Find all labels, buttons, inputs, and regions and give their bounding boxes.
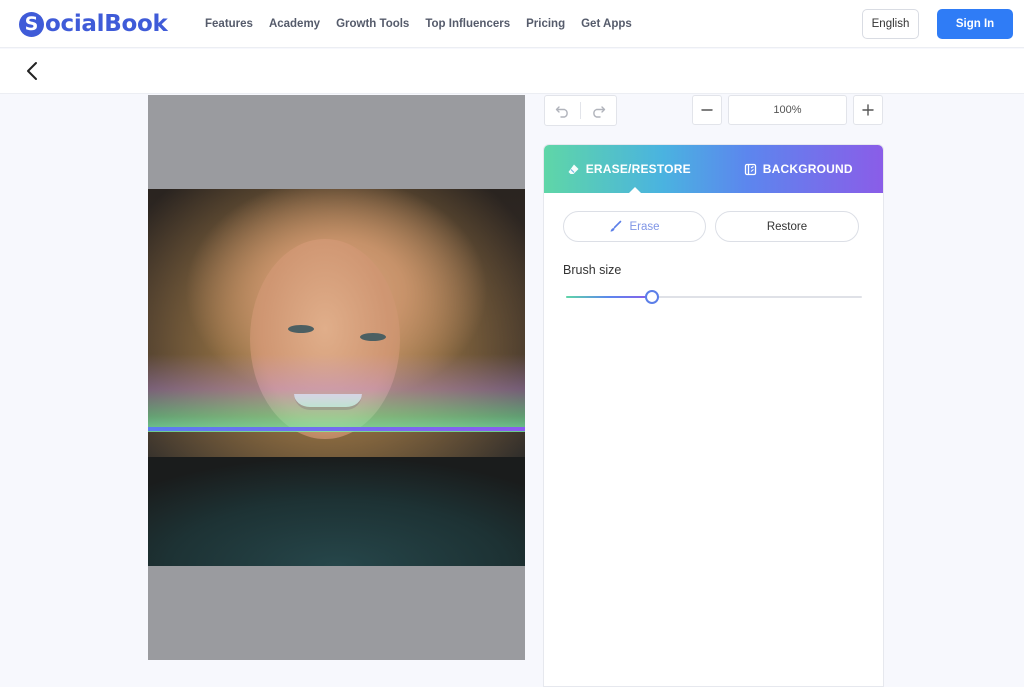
top-header: S ocialBook Features Academy Growth Tool… — [0, 0, 1024, 48]
plus-icon — [862, 104, 874, 116]
nav-pricing[interactable]: Pricing — [526, 18, 565, 30]
brush-size-label: Brush size — [563, 263, 622, 277]
erase-label: Erase — [629, 220, 660, 233]
sub-toolbar — [0, 49, 1024, 94]
chevron-left-icon — [27, 62, 37, 80]
nav-get-apps[interactable]: Get Apps — [581, 18, 632, 30]
redo-icon — [593, 105, 606, 118]
brush-size-slider-fill — [566, 296, 652, 298]
nav-academy[interactable]: Academy — [269, 18, 320, 30]
undo-button[interactable] — [545, 96, 580, 125]
nav-top-influencers[interactable]: Top Influencers — [425, 18, 510, 30]
brush-size-slider-thumb[interactable] — [644, 290, 659, 304]
tab-erase-restore[interactable]: ERASE/RESTORE — [544, 145, 714, 194]
nav-features[interactable]: Features — [205, 18, 253, 30]
zoom-in-button[interactable] — [853, 95, 883, 125]
photo-eye-right — [360, 333, 386, 341]
socialbook-logo[interactable]: S ocialBook — [19, 10, 168, 38]
portrait-photo[interactable] — [148, 189, 525, 566]
photo-eye-left — [288, 325, 314, 333]
panel-tabs: ERASE/RESTORE BACKGROUND — [544, 145, 884, 194]
active-tab-indicator — [628, 187, 642, 194]
restore-label: Restore — [766, 220, 808, 233]
background-icon — [744, 163, 757, 176]
minus-icon — [701, 109, 713, 111]
photo-sweater — [148, 457, 525, 566]
eraser-icon — [567, 163, 580, 176]
logo-mark: S — [19, 11, 44, 37]
undo-icon — [555, 105, 568, 118]
language-select[interactable]: English — [862, 9, 919, 39]
restore-button[interactable]: Restore — [715, 211, 859, 242]
edit-panel: ERASE/RESTORE BACKGROUND Erase Restore B… — [543, 144, 884, 687]
processing-scan-overlay — [148, 354, 525, 432]
logo-text: ocialBook — [45, 11, 168, 37]
back-button[interactable] — [22, 59, 42, 83]
tab-background-label: BACKGROUND — [762, 162, 853, 176]
brush-icon — [610, 220, 622, 232]
redo-button[interactable] — [581, 96, 616, 125]
main-nav: Features Academy Growth Tools Top Influe… — [205, 0, 648, 48]
erase-button[interactable]: Erase — [563, 211, 706, 242]
processing-scan-line — [148, 427, 525, 431]
history-controls — [544, 95, 617, 126]
zoom-out-button[interactable] — [692, 95, 722, 125]
tab-erase-restore-label: ERASE/RESTORE — [585, 162, 691, 176]
sign-in-button[interactable]: Sign In — [937, 9, 1013, 39]
zoom-level: 100% — [728, 95, 847, 125]
brush-size-slider[interactable] — [566, 290, 862, 304]
tab-background[interactable]: BACKGROUND — [714, 145, 884, 193]
nav-growth-tools[interactable]: Growth Tools — [336, 18, 409, 30]
